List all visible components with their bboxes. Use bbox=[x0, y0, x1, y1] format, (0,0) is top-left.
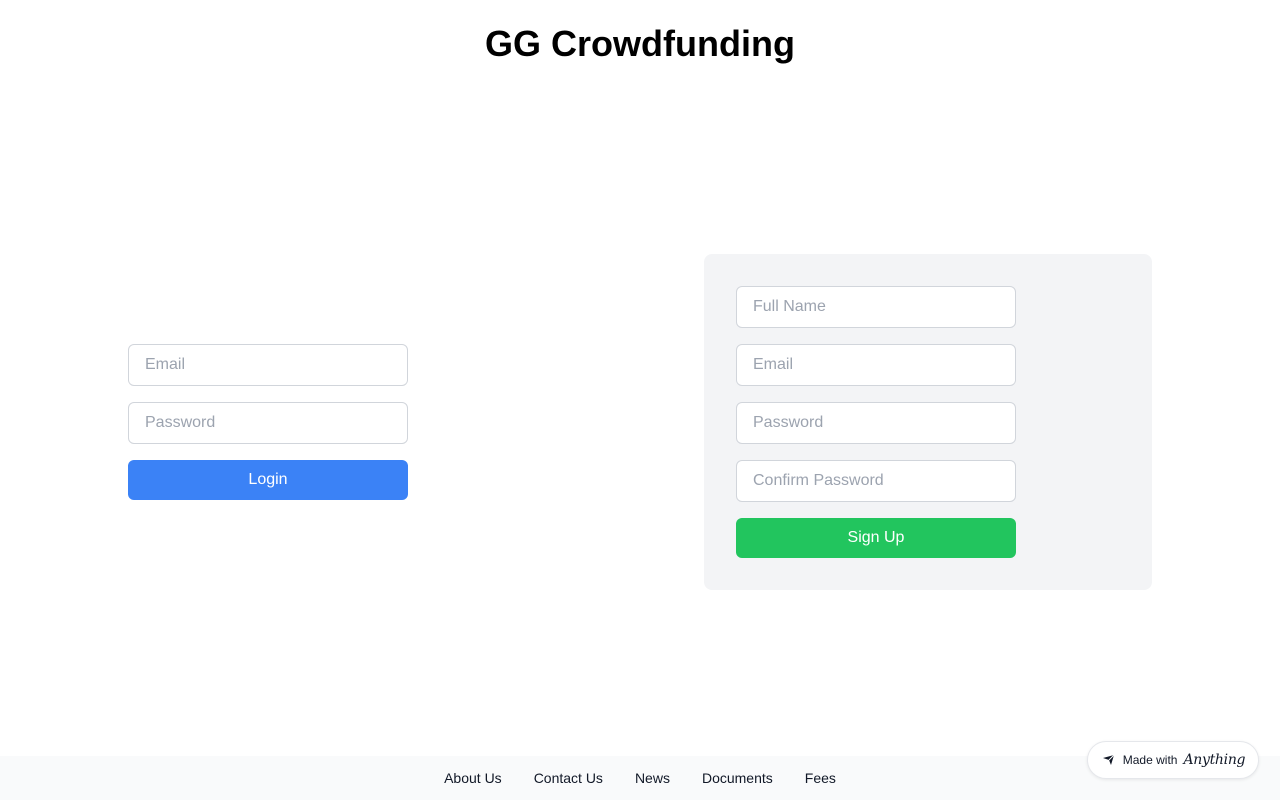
badge-brand: Anything bbox=[1183, 752, 1246, 768]
footer-link-news[interactable]: News bbox=[635, 770, 670, 786]
signup-fullname-input[interactable] bbox=[736, 286, 1016, 328]
login-button[interactable]: Login bbox=[128, 460, 408, 500]
footer-link-contact-us[interactable]: Contact Us bbox=[534, 770, 603, 786]
page: GG Crowdfunding Login Sign Up About Us C… bbox=[0, 0, 1280, 800]
footer-link-about-us[interactable]: About Us bbox=[444, 770, 502, 786]
login-password-input[interactable] bbox=[128, 402, 408, 444]
signup-confirm-password-input[interactable] bbox=[736, 460, 1016, 502]
signup-button[interactable]: Sign Up bbox=[736, 518, 1016, 558]
made-with-anything-badge[interactable]: Made with Anything bbox=[1087, 741, 1259, 779]
footer-link-fees[interactable]: Fees bbox=[805, 770, 836, 786]
signup-card: Sign Up bbox=[704, 254, 1152, 590]
login-form: Login bbox=[128, 344, 408, 500]
page-title: GG Crowdfunding bbox=[485, 23, 795, 64]
login-email-input[interactable] bbox=[128, 344, 408, 386]
signup-email-input[interactable] bbox=[736, 344, 1016, 386]
anything-logo-icon bbox=[1101, 752, 1117, 768]
signup-password-input[interactable] bbox=[736, 402, 1016, 444]
badge-prefix: Made with bbox=[1122, 753, 1178, 767]
footer-link-documents[interactable]: Documents bbox=[702, 770, 773, 786]
